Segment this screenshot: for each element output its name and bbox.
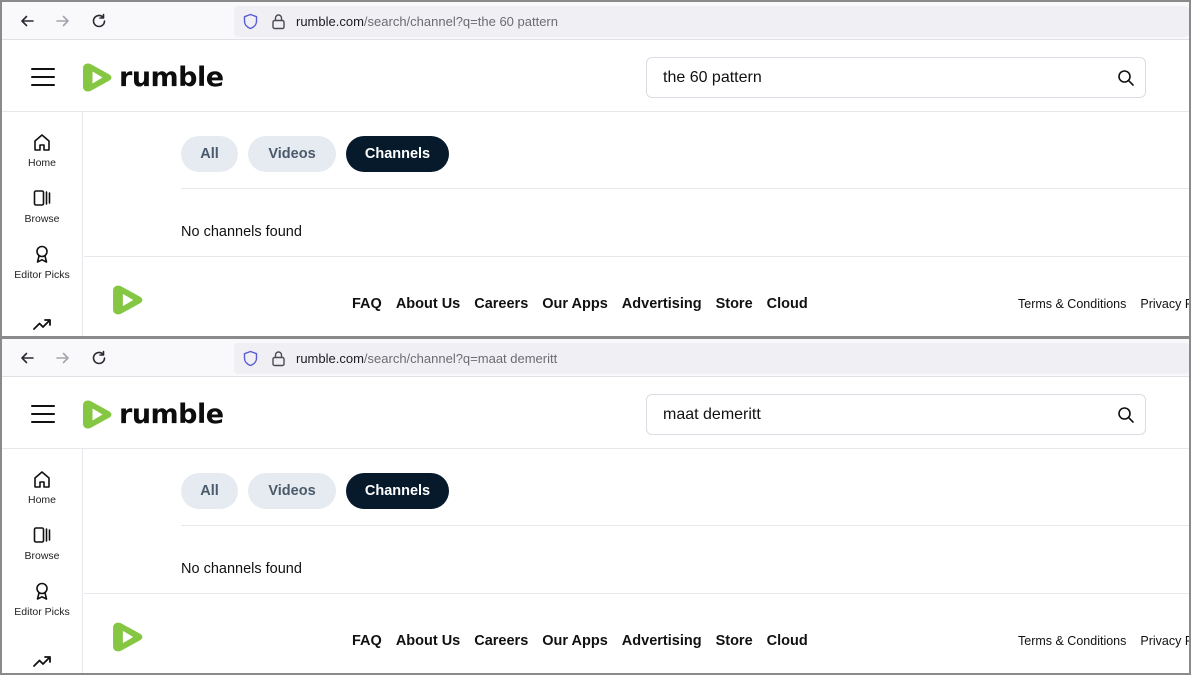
editor-picks-icon: [36, 582, 48, 600]
trending-icon: [33, 319, 51, 330]
home-icon: [34, 471, 50, 488]
sidebar-item-editor-picks[interactable]: Editor Picks: [2, 244, 82, 282]
search-input[interactable]: maat demeritt: [646, 394, 1146, 435]
browser-window-2: rumble.com/search/channel?q=maat demerit…: [2, 339, 1189, 673]
browser-toolbar: rumble.com/search/channel?q=maat demerit…: [2, 339, 1189, 377]
rumble-logo-icon: [83, 63, 112, 91]
url-path: /search/channel?q=maat demeritt: [363, 351, 558, 366]
tab-videos[interactable]: Videos: [248, 136, 336, 172]
footer-link-store[interactable]: Store: [716, 633, 753, 649]
footer-legal: Terms & Conditions Privacy P: [1018, 634, 1189, 648]
rumble-logo-icon[interactable]: [111, 620, 145, 654]
trending-icon: [33, 656, 51, 667]
sidebar-item-label: Home: [27, 494, 56, 506]
url-text[interactable]: rumble.com/search/channel?q=maat demerit…: [296, 351, 557, 366]
browser-toolbar: rumble.com/search/channel?q=the 60 patte…: [2, 2, 1189, 40]
sidebar-item-trending[interactable]: [2, 314, 82, 334]
logo-wordmark: rumble: [119, 61, 224, 93]
footer-nav: FAQ About Us Careers Our Apps Advertisin…: [352, 633, 808, 649]
logo-wordmark: rumble: [119, 398, 224, 430]
reload-icon[interactable]: [89, 11, 109, 31]
tab-channels[interactable]: Channels: [346, 136, 449, 172]
browse-icon: [33, 527, 51, 543]
footer-link-terms[interactable]: Terms & Conditions: [1018, 297, 1126, 311]
reload-icon[interactable]: [89, 348, 109, 368]
footer-nav: FAQ About Us Careers Our Apps Advertisin…: [352, 296, 808, 312]
sidebar-item-label: Browse: [24, 550, 60, 562]
back-arrow-icon[interactable]: [17, 11, 37, 31]
search-input-value: the 60 pattern: [663, 69, 762, 86]
sidebar: Home Browse Editor Picks: [2, 449, 83, 673]
tab-channels[interactable]: Channels: [346, 473, 449, 509]
search-input[interactable]: the 60 pattern: [646, 57, 1146, 98]
search-icon[interactable]: [1117, 69, 1135, 87]
forward-arrow-icon[interactable]: [53, 11, 73, 31]
footer-link-about-us[interactable]: About Us: [396, 633, 460, 649]
search-input-value: maat demeritt: [663, 406, 761, 423]
url-host: rumble.com: [296, 14, 364, 29]
footer-link-our-apps[interactable]: Our Apps: [542, 296, 608, 312]
footer-link-privacy[interactable]: Privacy P: [1140, 297, 1189, 311]
footer-link-privacy[interactable]: Privacy P: [1140, 634, 1189, 648]
empty-results-message: No channels found: [181, 224, 302, 240]
footer-link-faq[interactable]: FAQ: [352, 296, 382, 312]
lock-icon[interactable]: [270, 350, 287, 367]
footer-link-advertising[interactable]: Advertising: [622, 296, 702, 312]
rumble-logo-icon: [83, 400, 112, 428]
footer-link-faq[interactable]: FAQ: [352, 633, 382, 649]
footer-link-our-apps[interactable]: Our Apps: [542, 633, 608, 649]
footer-link-cloud[interactable]: Cloud: [767, 633, 808, 649]
address-bar[interactable]: rumble.com/search/channel?q=maat demerit…: [234, 343, 1189, 374]
shield-icon[interactable]: [242, 350, 259, 367]
footer-link-terms[interactable]: Terms & Conditions: [1018, 634, 1126, 648]
sidebar-item-label: Browse: [24, 213, 60, 225]
search-icon[interactable]: [1117, 406, 1135, 424]
sidebar-item-label: Home: [27, 157, 56, 169]
empty-results-message: No channels found: [181, 561, 302, 577]
shield-icon[interactable]: [242, 13, 259, 30]
sidebar: Home Browse Editor Picks: [2, 112, 83, 336]
sidebar-item-browse[interactable]: Browse: [2, 525, 82, 563]
footer-legal: Terms & Conditions Privacy P: [1018, 297, 1189, 311]
tab-all[interactable]: All: [181, 136, 238, 172]
url-host: rumble.com: [296, 351, 364, 366]
tab-videos[interactable]: Videos: [248, 473, 336, 509]
address-bar[interactable]: rumble.com/search/channel?q=the 60 patte…: [234, 6, 1189, 37]
browse-icon: [33, 190, 51, 206]
sidebar-item-home[interactable]: Home: [2, 469, 82, 507]
back-arrow-icon[interactable]: [17, 348, 37, 368]
footer-link-careers[interactable]: Careers: [474, 296, 528, 312]
sidebar-item-home[interactable]: Home: [2, 132, 82, 170]
sidebar-item-label: Editor Picks: [14, 606, 70, 618]
sidebar-item-label: Editor Picks: [14, 269, 70, 281]
rumble-logo[interactable]: rumble: [82, 60, 224, 94]
footer-link-about-us[interactable]: About Us: [396, 296, 460, 312]
site-footer: FAQ About Us Careers Our Apps Advertisin…: [84, 593, 1189, 673]
sidebar-item-browse[interactable]: Browse: [2, 188, 82, 226]
hamburger-menu-icon[interactable]: [31, 405, 55, 423]
url-text[interactable]: rumble.com/search/channel?q=the 60 patte…: [296, 14, 558, 29]
hamburger-menu-icon[interactable]: [31, 68, 55, 86]
rumble-logo-icon[interactable]: [111, 283, 145, 317]
divider: [181, 525, 1189, 526]
footer-link-careers[interactable]: Careers: [474, 633, 528, 649]
footer-link-cloud[interactable]: Cloud: [767, 296, 808, 312]
sidebar-item-editor-picks[interactable]: Editor Picks: [2, 581, 82, 619]
site-header: rumble the 60 pattern: [2, 40, 1189, 112]
tab-all[interactable]: All: [181, 473, 238, 509]
divider: [181, 188, 1189, 189]
sidebar-item-trending[interactable]: [2, 651, 82, 671]
footer-link-store[interactable]: Store: [716, 296, 753, 312]
editor-picks-icon: [36, 245, 48, 263]
rumble-logo[interactable]: rumble: [82, 397, 224, 431]
lock-icon[interactable]: [270, 13, 287, 30]
url-path: /search/channel?q=the 60 pattern: [363, 14, 558, 29]
browser-window-1: rumble.com/search/channel?q=the 60 patte…: [2, 2, 1189, 336]
home-icon: [34, 134, 50, 151]
forward-arrow-icon[interactable]: [53, 348, 73, 368]
footer-link-advertising[interactable]: Advertising: [622, 633, 702, 649]
site-header: rumble maat demeritt: [2, 377, 1189, 449]
site-footer: FAQ About Us Careers Our Apps Advertisin…: [84, 256, 1189, 336]
